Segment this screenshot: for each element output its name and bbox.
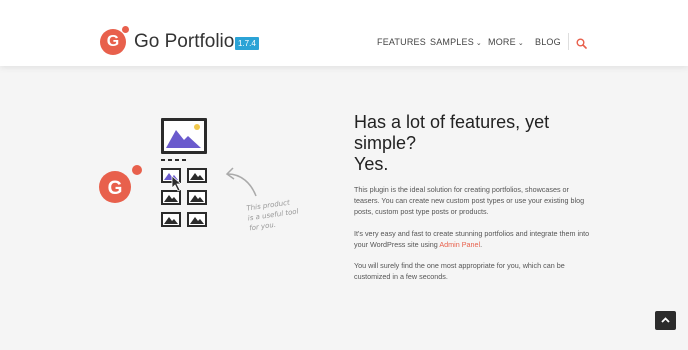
hero-title-line-3: Yes. xyxy=(354,154,389,174)
nav-more-label: MORE xyxy=(488,37,516,47)
chevron-down-icon: ⌄ xyxy=(475,40,482,47)
logo-icon[interactable]: G xyxy=(100,29,126,55)
hero-paragraph-3: You will surely find the one most approp… xyxy=(354,261,565,281)
para2-end: . xyxy=(480,240,483,249)
search-icon[interactable] xyxy=(576,36,587,54)
hero-title-line-2: simple? xyxy=(354,133,417,153)
sun-dot xyxy=(194,124,200,130)
site-header: G Go Portfolio 1.7.4 FEATURES SAMPLES ⌄ M… xyxy=(0,0,688,66)
nav-separator xyxy=(568,33,569,50)
nav-features-label: FEATURES xyxy=(377,37,426,47)
product-illustration: G This product is a useful tool for you. xyxy=(99,118,299,233)
nav-blog[interactable]: BLOG xyxy=(535,37,561,47)
nav-blog-label: BLOG xyxy=(535,37,561,47)
hero-paragraph-1: This plugin is the ideal solution for cr… xyxy=(354,185,585,216)
admin-panel-link[interactable]: Admin Panel xyxy=(439,240,480,249)
brand-name[interactable]: Go Portfolio xyxy=(134,31,234,53)
g-logo-letter: G xyxy=(108,178,123,199)
chevron-up-icon xyxy=(661,317,670,323)
chevron-down-icon: ⌄ xyxy=(517,40,524,47)
handwritten-line-3: for you. xyxy=(249,221,277,233)
logo-dot xyxy=(122,26,129,33)
nav-features[interactable]: FEATURES xyxy=(377,37,426,47)
thumbnail-grid xyxy=(161,168,207,227)
hero-title: Has a lot of features, yet simple? Yes. xyxy=(354,112,549,175)
version-badge: 1.7.4 xyxy=(235,37,259,50)
logo-letter: G xyxy=(106,33,120,50)
nav-samples[interactable]: SAMPLES ⌄ xyxy=(430,37,482,47)
scroll-to-top-button[interactable] xyxy=(655,311,676,330)
hero-title-line-1: Has a lot of features, yet xyxy=(354,112,550,132)
nav-samples-label: SAMPLES xyxy=(430,37,474,47)
nav-more[interactable]: MORE ⌄ xyxy=(488,37,524,47)
hero-paragraph-2: It's very easy and fast to create stunni… xyxy=(354,228,590,250)
